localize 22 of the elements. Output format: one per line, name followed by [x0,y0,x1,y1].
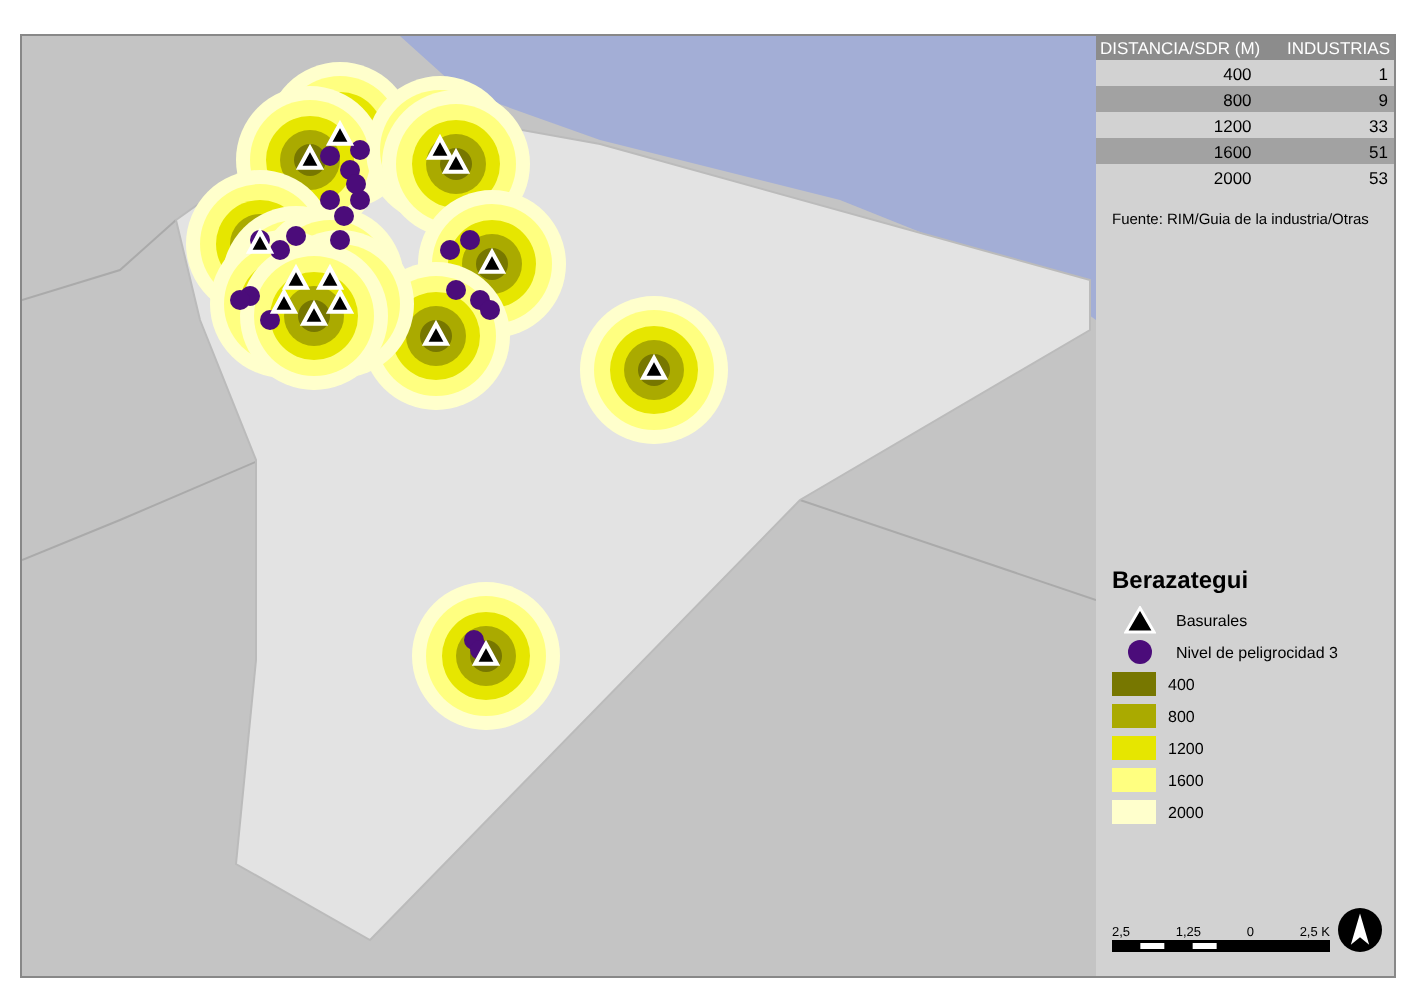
column-header: DISTANCIA/SDR (M) [1096,36,1276,60]
table-cell: 800 [1096,86,1276,112]
legend-label: 1600 [1168,771,1204,789]
dot-icon [1124,638,1156,666]
table-cell: 53 [1275,164,1394,190]
legend-label: 400 [1168,675,1195,693]
legend-label: 800 [1168,707,1195,725]
legend-title: Berazategui [1112,566,1251,594]
table-cell: 9 [1275,86,1394,112]
table-cell: 400 [1096,60,1276,86]
table-cell: 1 [1275,60,1394,86]
table-cell: 1600 [1096,138,1276,164]
legend-label: 2000 [1168,803,1204,821]
column-header: INDUSTRIAS [1275,36,1394,60]
table-cell: 51 [1275,138,1394,164]
legend-label: 1200 [1168,739,1204,757]
table-cell: 2000 [1096,164,1276,190]
table-cell: 33 [1275,112,1394,138]
legend-label: Basurales [1176,611,1248,629]
table-cell: 1200 [1096,112,1276,138]
legend-label: Nivel de peligrocidad 3 [1176,643,1338,661]
triangle-icon [1124,606,1156,634]
